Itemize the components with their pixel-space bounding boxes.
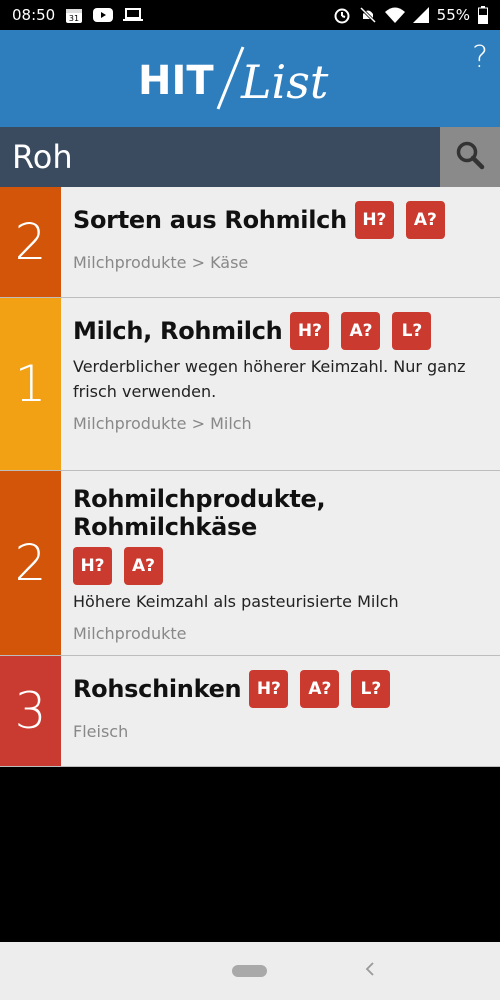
item-description: Höhere Keimzahl als pasteurisierte Milch — [73, 592, 399, 611]
badge-h[interactable]: H? — [73, 547, 112, 585]
badge-h[interactable]: H? — [290, 312, 330, 350]
list-item[interactable]: 2 Rohmilchprodukte, Rohmilchkäse H? A? H… — [0, 471, 500, 656]
badge-l[interactable]: L? — [351, 670, 391, 708]
battery-percent: 55% — [436, 6, 470, 24]
calendar-icon: 31 — [65, 6, 83, 24]
search-icon — [455, 140, 485, 174]
badge-a[interactable]: A? — [341, 312, 381, 350]
svg-text:HIT: HIT — [138, 58, 214, 104]
item-description: Verderblicher wegen höherer Keimzahl. Nu… — [73, 357, 466, 401]
app-header: HIT List ? — [0, 30, 500, 127]
wifi-icon — [384, 7, 405, 23]
status-bar: 08:50 31 55% — [0, 0, 500, 30]
score-indicator: 2 — [0, 187, 61, 297]
item-title: Rohschinken — [73, 675, 242, 703]
system-nav-bar — [0, 942, 500, 1000]
score-indicator: 3 — [0, 656, 61, 766]
battery-icon — [478, 6, 488, 24]
mute-icon — [359, 6, 377, 24]
item-category: Fleisch — [73, 722, 129, 741]
badge-a[interactable]: A? — [124, 547, 163, 585]
help-button[interactable]: ? — [472, 40, 488, 75]
signal-icon — [412, 7, 429, 23]
youtube-icon — [93, 8, 114, 22]
item-title: Sorten aus Rohmilch — [73, 206, 347, 234]
list-item[interactable]: 1 Milch, Rohmilch H? A? L? Verderblicher… — [0, 298, 500, 471]
search-input[interactable] — [0, 127, 440, 187]
svg-text:List: List — [240, 55, 329, 109]
score-indicator: 1 — [0, 298, 61, 470]
laptop-icon — [123, 8, 144, 22]
alarm-icon — [333, 6, 351, 24]
badge-h[interactable]: H? — [354, 201, 394, 239]
item-category: Milchprodukte > Käse — [73, 253, 249, 272]
item-category: Milchprodukte — [73, 624, 187, 643]
badge-a[interactable]: A? — [300, 670, 340, 708]
item-title: Rohmilchprodukte, Rohmilchkäse — [73, 485, 326, 541]
results-list: 2 Sorten aus Rohmilch H? A? Milchprodukt… — [0, 187, 500, 767]
badge-h[interactable]: H? — [249, 670, 289, 708]
list-item[interactable]: 3 Rohschinken H? A? L? Fleisch — [0, 656, 500, 767]
score-indicator: 2 — [0, 471, 61, 655]
home-button[interactable] — [232, 965, 267, 977]
back-button[interactable] — [364, 958, 376, 982]
svg-text:31: 31 — [69, 14, 79, 23]
chevron-left-icon — [364, 958, 376, 982]
badge-l[interactable]: L? — [392, 312, 432, 350]
search-bar — [0, 127, 500, 187]
badge-a[interactable]: A? — [405, 201, 445, 239]
item-title: Milch, Rohmilch — [73, 317, 283, 345]
search-button[interactable] — [440, 127, 500, 187]
list-item[interactable]: 2 Sorten aus Rohmilch H? A? Milchprodukt… — [0, 187, 500, 298]
app-logo: HIT List — [138, 46, 329, 110]
clock: 08:50 — [12, 6, 56, 24]
item-category: Milchprodukte > Milch — [73, 414, 252, 433]
